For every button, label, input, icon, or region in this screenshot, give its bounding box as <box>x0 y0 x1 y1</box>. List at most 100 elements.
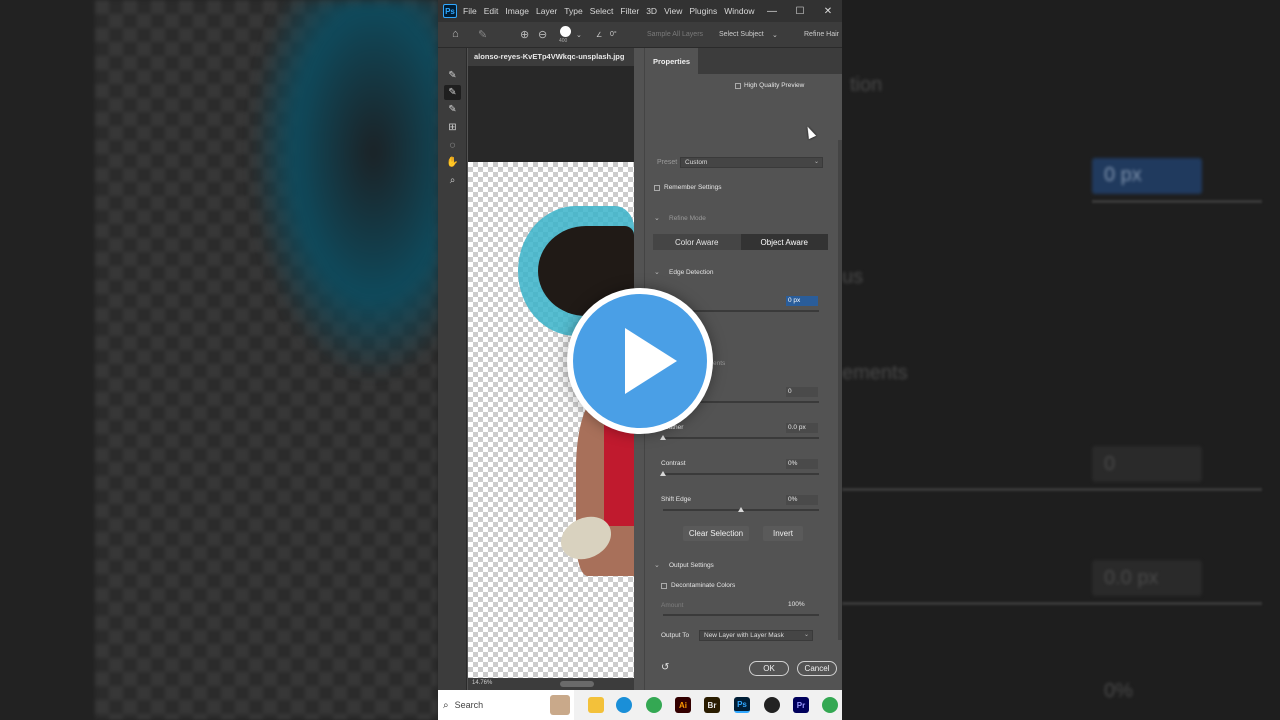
zoom-icon[interactable]: ⌕ <box>444 173 461 188</box>
shift-edge-slider-thumb[interactable] <box>738 507 744 512</box>
ghost-text-tion: tion <box>850 74 883 96</box>
horizontal-scrollbar[interactable] <box>560 681 594 687</box>
preset-value: Custom <box>685 159 708 166</box>
taskbar-search[interactable]: ⌕ Search <box>438 690 574 720</box>
document-tab[interactable]: alonso-reyes-KvETp4VWkqc-unsplash.jpg <box>468 48 634 66</box>
windows-taskbar: ⌕ Search Ai Br Ps Pr <box>438 690 842 720</box>
contrast-slider-thumb[interactable] <box>660 471 666 476</box>
menu-select[interactable]: Select <box>590 6 614 16</box>
minimize-button[interactable]: — <box>758 0 786 22</box>
output-to-value: New Layer with Layer Mask <box>704 632 784 639</box>
chrome-browser-icon[interactable] <box>646 697 662 713</box>
edge-browser-icon[interactable] <box>616 697 632 713</box>
bridge-app-icon[interactable]: Br <box>704 697 720 713</box>
file-explorer-icon[interactable] <box>588 697 604 713</box>
menu-3d[interactable]: 3D <box>646 6 657 16</box>
ghost-slider-3 <box>842 602 1262 605</box>
menu-plugins[interactable]: Plugins <box>689 6 717 16</box>
menu-edit[interactable]: Edit <box>484 6 499 16</box>
menu-filter[interactable]: Filter <box>620 6 639 16</box>
angle-value[interactable]: 0° <box>610 31 617 38</box>
zoom-level[interactable]: 14.76% <box>472 680 492 686</box>
tab-properties[interactable]: Properties <box>645 48 699 74</box>
tools-panel: ✎ ✎ ✎ ⊞ ◌ ✋ ⌕ <box>438 48 467 690</box>
decontaminate-colors-label: Decontaminate Colors <box>671 582 736 589</box>
illustrator-app-icon[interactable]: Ai <box>675 697 691 713</box>
radius-value[interactable]: 0 px <box>786 296 818 306</box>
quick-selection-icon[interactable]: ✎ <box>444 68 461 83</box>
feather-slider-thumb[interactable] <box>660 435 666 440</box>
lasso-icon[interactable]: ◌ <box>444 138 461 153</box>
cancel-button[interactable]: Cancel <box>797 661 837 676</box>
chevron-down-icon[interactable]: ⌄ <box>576 31 582 39</box>
invert-button[interactable]: Invert <box>763 526 803 541</box>
menu-view[interactable]: View <box>664 6 682 16</box>
chevron-down-icon[interactable]: ⌄ <box>654 214 660 222</box>
contrast-slider[interactable] <box>663 473 819 475</box>
angle-icon: ∠ <box>596 32 603 39</box>
ok-button[interactable]: OK <box>749 661 789 676</box>
photoshop-app-icon[interactable]: Ps <box>734 697 750 713</box>
decontaminate-colors-checkbox[interactable] <box>661 583 667 589</box>
select-subject-button[interactable]: Select Subject <box>719 31 764 38</box>
global-refinements-partial: ents <box>713 360 726 367</box>
contrast-value[interactable]: 0% <box>786 459 818 469</box>
ghost-text-zero: 0 <box>1104 453 1116 475</box>
chevron-down-icon[interactable]: ⌄ <box>654 561 660 569</box>
play-button[interactable] <box>567 288 713 434</box>
brush-size-preview[interactable] <box>560 26 571 37</box>
menu-type[interactable]: Type <box>564 6 582 16</box>
refine-hair-button[interactable]: Refine Hair <box>804 31 839 38</box>
add-to-selection-icon[interactable]: ⊕ <box>520 28 529 41</box>
upwork-app-icon[interactable] <box>822 697 838 713</box>
shift-edge-label: Shift Edge <box>661 496 691 503</box>
chevron-down-icon[interactable]: ⌄ <box>654 268 660 276</box>
object-selection-icon[interactable]: ⊞ <box>444 120 461 135</box>
brush-icon[interactable]: ✎ <box>444 102 461 117</box>
menu-image[interactable]: Image <box>505 6 529 16</box>
remember-settings-checkbox[interactable] <box>654 185 660 191</box>
premiere-app-icon[interactable]: Pr <box>793 697 809 713</box>
close-button[interactable]: ✕ <box>814 0 842 22</box>
shift-edge-value[interactable]: 0% <box>786 495 818 505</box>
photoshop-logo-icon: Ps <box>443 4 457 18</box>
object-aware-button[interactable]: Object Aware <box>740 234 828 250</box>
brush-preset-icon[interactable]: ✎ <box>478 28 487 41</box>
blurred-subject <box>250 0 440 380</box>
feather-value[interactable]: 0.0 px <box>786 423 818 433</box>
chevron-down-icon: ⌄ <box>803 632 809 638</box>
properties-scrollbar[interactable] <box>838 140 842 640</box>
amount-value[interactable]: 100% <box>786 600 818 610</box>
edge-detection-title: Edge Detection <box>669 269 714 276</box>
smooth-value[interactable]: 0 <box>786 387 818 397</box>
clear-selection-button[interactable]: Clear Selection <box>683 526 749 541</box>
ghost-text-us: us <box>842 266 864 288</box>
high-quality-preview-checkbox[interactable] <box>735 83 741 89</box>
feather-slider[interactable] <box>663 437 819 439</box>
preset-dropdown[interactable]: Custom ⌄ <box>680 157 823 168</box>
ghost-slider-2 <box>842 488 1262 491</box>
chevron-down-icon[interactable]: ⌄ <box>772 31 778 39</box>
color-aware-button[interactable]: Color Aware <box>653 234 741 250</box>
menu-file[interactable]: File <box>463 6 477 16</box>
menu-bar: File Edit Image Layer Type Select Filter… <box>463 6 761 16</box>
menu-layer[interactable]: Layer <box>536 6 557 16</box>
refine-mode-toggle: Color Aware Object Aware <box>653 234 828 250</box>
play-button-circle <box>573 294 707 428</box>
subtract-from-selection-icon[interactable]: ⊖ <box>538 28 547 41</box>
window-controls: — ☐ ✕ <box>758 0 842 22</box>
chevron-down-icon: ⌄ <box>813 159 819 165</box>
remember-settings-label: Remember Settings <box>664 184 722 191</box>
home-icon[interactable]: ⌂ <box>452 28 459 40</box>
output-to-dropdown[interactable]: New Layer with Layer Mask ⌄ <box>699 630 813 641</box>
output-to-label: Output To <box>661 632 690 639</box>
menu-window[interactable]: Window <box>724 6 754 16</box>
sample-all-layers-checkbox[interactable]: Sample All Layers <box>647 31 703 38</box>
blurred-background-left <box>0 0 440 720</box>
reset-icon[interactable]: ↺ <box>661 662 669 673</box>
amount-slider[interactable] <box>663 614 819 616</box>
hand-icon[interactable]: ✋ <box>444 155 461 170</box>
davinci-resolve-icon[interactable] <box>764 697 780 713</box>
maximize-button[interactable]: ☐ <box>786 0 814 22</box>
refine-edge-brush-icon[interactable]: ✎ <box>444 85 461 100</box>
